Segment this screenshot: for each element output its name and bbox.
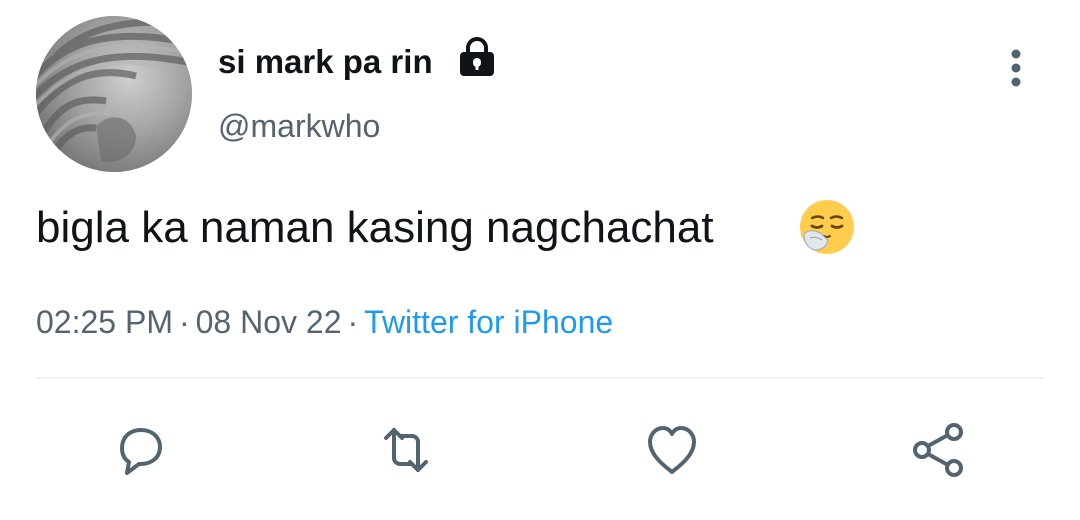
meta-separator: · — [178, 304, 190, 340]
user-handle[interactable]: @markwho — [218, 104, 380, 148]
tweet-date: 08 Nov 22 — [195, 304, 342, 340]
share-icon[interactable] — [906, 418, 970, 482]
divider — [36, 377, 1044, 379]
avatar[interactable] — [36, 16, 192, 172]
tweet-meta: 02:25 PM · 08 Nov 22 · Twitter for iPhone — [36, 300, 613, 344]
tweet-text: bigla ka naman kasing nagchachat — [36, 203, 714, 252]
lock-icon — [456, 36, 498, 78]
relieved-face-with-mask-icon — [798, 198, 856, 256]
more-options-icon[interactable] — [996, 44, 1036, 92]
tweet-source-link[interactable]: Twitter for iPhone — [364, 304, 613, 340]
tweet-time: 02:25 PM — [36, 304, 173, 340]
retweet-icon[interactable] — [374, 418, 438, 482]
reply-icon[interactable] — [108, 418, 172, 482]
display-name[interactable]: si mark pa rin — [218, 40, 433, 84]
like-icon[interactable] — [640, 418, 704, 482]
meta-separator: · — [347, 304, 359, 340]
